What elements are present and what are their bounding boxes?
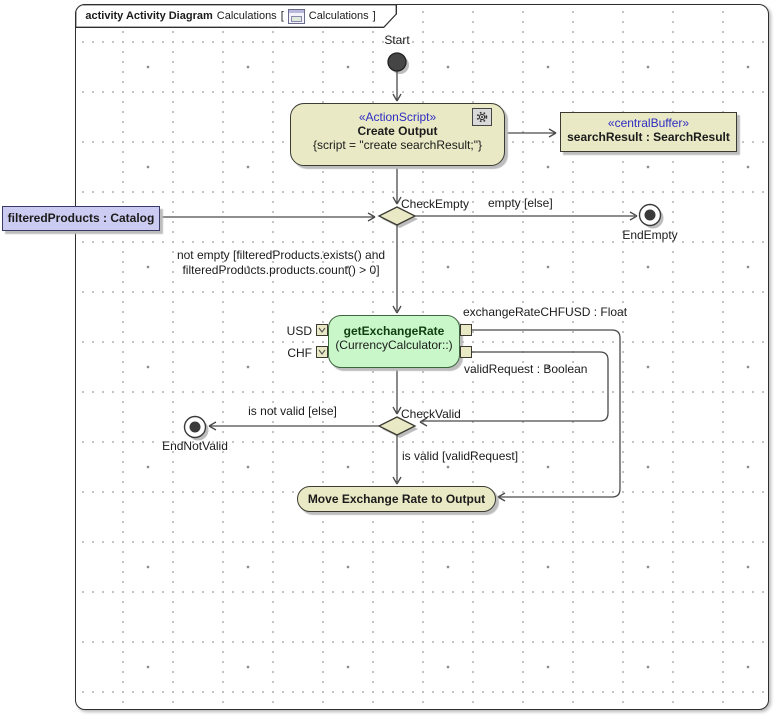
- get-exchange-rate-action[interactable]: getExchangeRate (CurrencyCalculator::): [328, 315, 460, 368]
- move-exchange-rate-action[interactable]: Move Exchange Rate to Output: [297, 486, 496, 512]
- not-valid-guard-label[interactable]: is not valid [else]: [230, 404, 355, 418]
- get-exchange-rate-name: getExchangeRate: [329, 324, 459, 338]
- chf-pin-label: CHF: [262, 346, 312, 360]
- end-not-valid-label: EndNotValid: [145, 439, 245, 453]
- check-empty-label[interactable]: CheckEmpty: [401, 197, 469, 211]
- central-buffer-stereotype: «centralBuffer»: [561, 116, 736, 130]
- search-result-name: searchResult : SearchResult: [561, 130, 736, 144]
- get-exchange-rate-classifier: (CurrencyCalculator::): [329, 338, 459, 352]
- usd-input-pin[interactable]: [316, 324, 328, 336]
- valid-request-output-label: validRequest : Boolean: [464, 362, 587, 376]
- chf-input-pin[interactable]: [316, 346, 328, 358]
- objectflow-exchangerate-to-move[interactable]: [472, 330, 620, 497]
- exchange-rate-output-pin[interactable]: [460, 324, 472, 336]
- end-empty-final-node[interactable]: [640, 205, 661, 226]
- start-label: Start: [347, 33, 447, 47]
- not-empty-guard-line2: filteredProducts.products.count() > 0]: [143, 263, 419, 278]
- usd-pin-label: USD: [262, 324, 312, 338]
- valid-guard-label[interactable]: is valid [validRequest]: [402, 449, 518, 463]
- behavior-gear-icon[interactable]: [472, 108, 492, 126]
- move-exchange-rate-name: Move Exchange Rate to Output: [308, 492, 485, 506]
- filtered-products-object-node[interactable]: filteredProducts : Catalog: [2, 206, 160, 231]
- filtered-products-name: filteredProducts : Catalog: [8, 211, 155, 225]
- not-empty-guard-line1: not empty [filteredProducts.exists() and: [143, 248, 419, 263]
- pin-chevron-icon: [318, 326, 326, 334]
- check-valid-label[interactable]: CheckValid: [401, 407, 461, 421]
- search-result-central-buffer[interactable]: «centralBuffer» searchResult : SearchRes…: [560, 112, 737, 152]
- end-not-valid-final-node[interactable]: [185, 417, 206, 438]
- end-empty-label: EndEmpty: [600, 228, 700, 242]
- start-node[interactable]: [388, 53, 406, 71]
- activity-diagram-canvas: activity Activity Diagram Calculations […: [0, 0, 774, 715]
- create-output-action[interactable]: «ActionScript» Create Output {script = "…: [290, 103, 505, 166]
- valid-request-output-pin[interactable]: [460, 346, 472, 358]
- empty-guard-label[interactable]: empty [else]: [488, 196, 553, 210]
- create-output-name: Create Output: [291, 124, 504, 138]
- pin-chevron-icon: [318, 348, 326, 356]
- exchange-rate-output-label: exchangeRateCHFUSD : Float: [463, 305, 627, 319]
- create-output-script: {script = "create searchResult;"}: [291, 138, 504, 152]
- not-empty-guard-label[interactable]: not empty [filteredProducts.exists() and…: [143, 248, 419, 278]
